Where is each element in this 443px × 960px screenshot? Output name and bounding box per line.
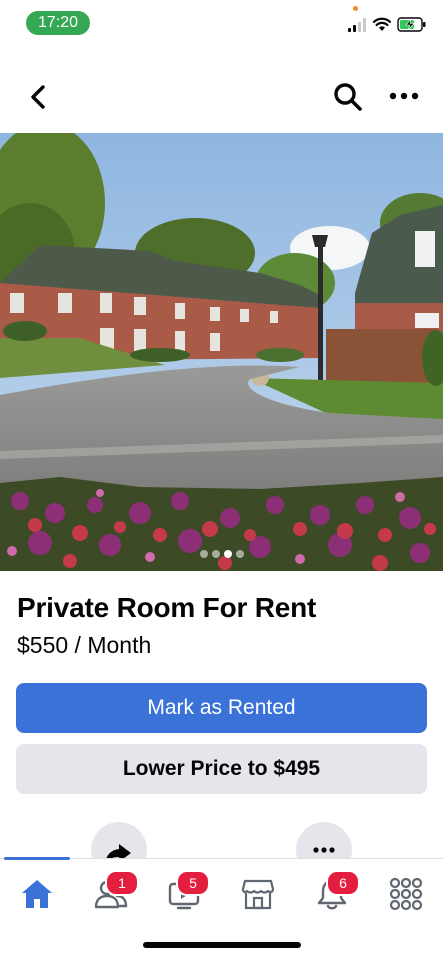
photo-page-dot[interactable] <box>199 550 208 558</box>
active-tab-indicator <box>4 857 70 860</box>
home-indicator <box>143 942 301 948</box>
mark-as-rented-button[interactable]: Mark as Rented <box>16 683 427 733</box>
search-icon[interactable] <box>332 81 364 113</box>
tab-menu[interactable] <box>384 870 428 918</box>
cellular-signal-icon <box>348 18 366 32</box>
battery-charging-icon <box>397 17 426 32</box>
menu-grid-icon <box>389 877 423 911</box>
tab-notifications[interactable]: 6 <box>310 870 360 918</box>
tab-home[interactable] <box>15 870 59 918</box>
tab-watch[interactable]: 5 <box>162 870 210 918</box>
tab-marketplace[interactable] <box>236 870 280 918</box>
marketplace-icon <box>241 879 275 910</box>
photo-page-dot[interactable] <box>223 550 232 558</box>
tab-friends[interactable]: 1 <box>89 870 139 918</box>
friends-badge: 1 <box>105 870 139 896</box>
notifications-badge: 6 <box>326 870 360 896</box>
listing-price: $550 / Month <box>17 632 152 658</box>
wifi-icon <box>373 17 391 31</box>
status-time: 17:20 <box>26 11 90 35</box>
listing-photo[interactable] <box>0 133 443 571</box>
top-nav-bar <box>0 70 443 124</box>
more-options-icon[interactable] <box>388 88 420 104</box>
lower-price-button[interactable]: Lower Price to $495 <box>16 744 427 794</box>
photo-page-dot[interactable] <box>235 550 244 558</box>
back-chevron-icon[interactable] <box>24 82 52 112</box>
watch-badge: 5 <box>176 870 210 896</box>
recording-indicator-icon <box>353 6 358 11</box>
listing-title: Private Room For Rent <box>17 592 317 623</box>
home-icon <box>22 880 52 908</box>
photo-pagination-dots <box>0 545 443 558</box>
status-bar: 17:20 <box>0 0 443 44</box>
apartment-photo-image <box>0 133 443 571</box>
photo-page-dot[interactable] <box>211 550 220 558</box>
